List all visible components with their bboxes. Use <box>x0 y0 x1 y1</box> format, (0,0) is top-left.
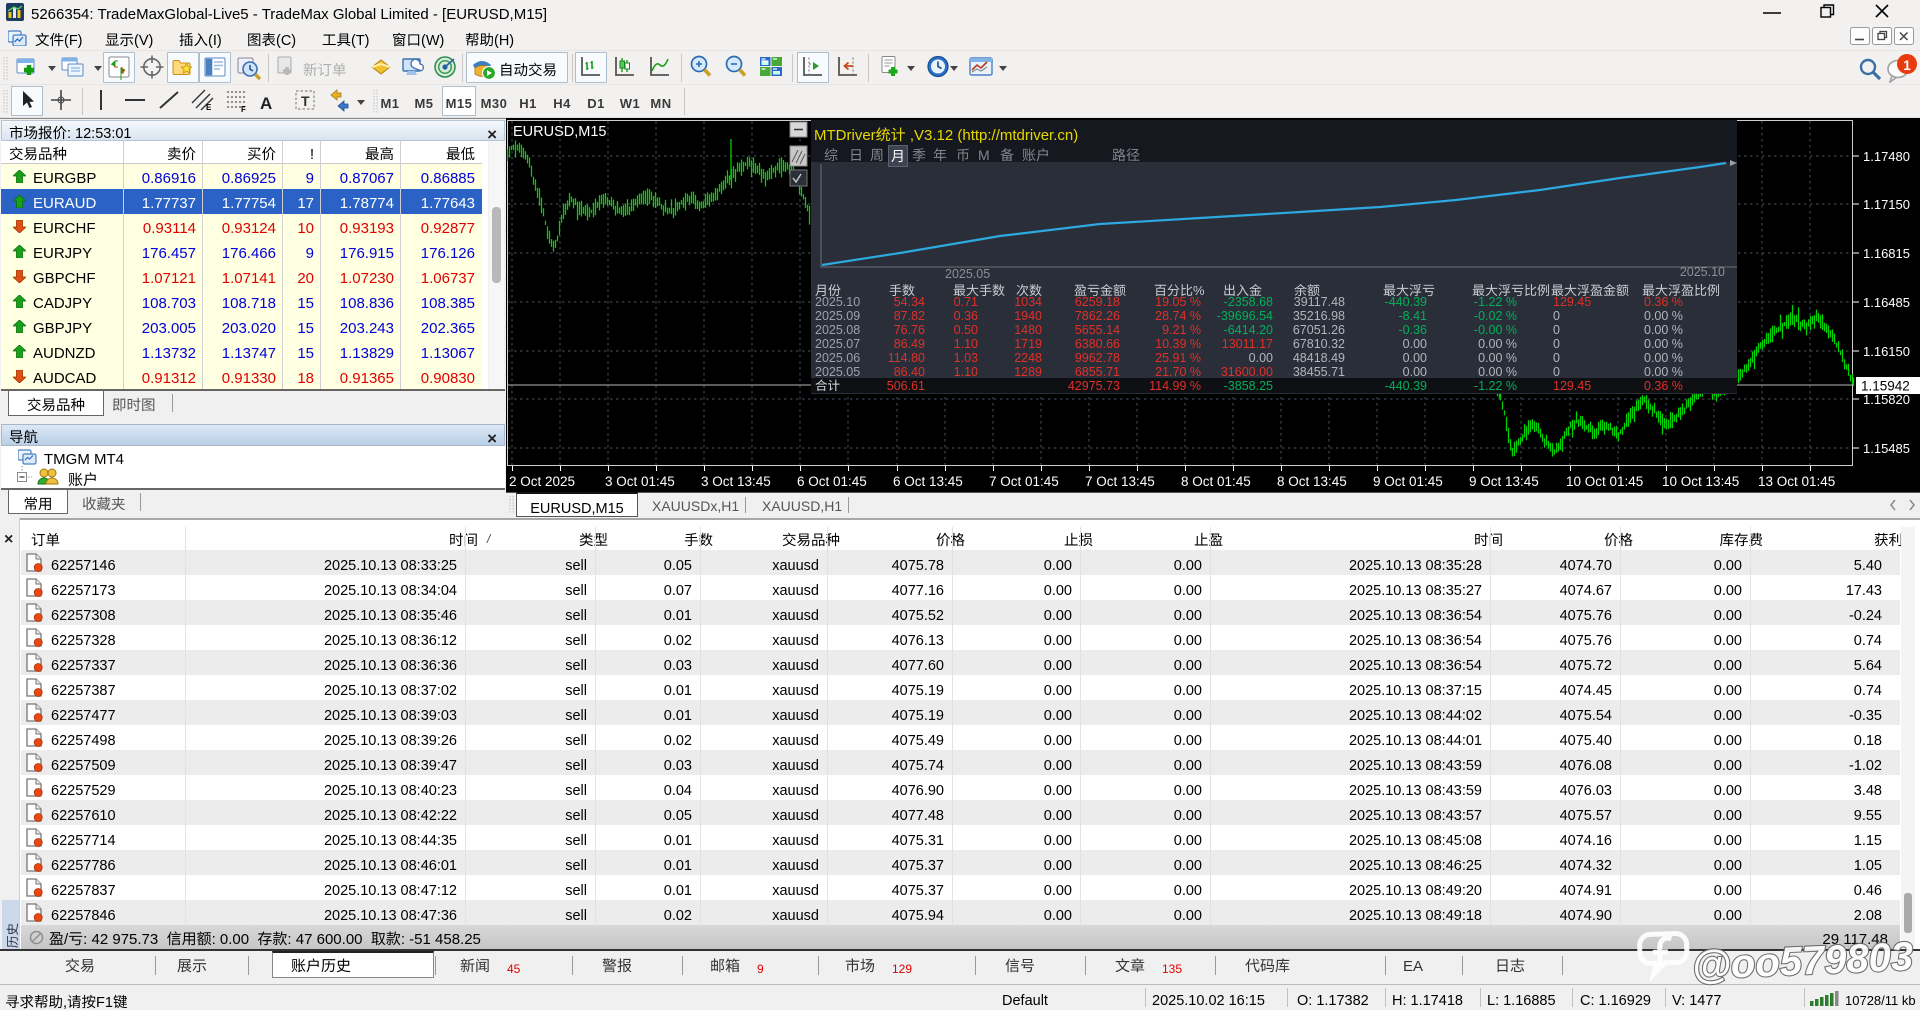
svg-text:9 Oct 01:45: 9 Oct 01:45 <box>1373 470 1443 490</box>
svg-text:T: T <box>301 91 310 111</box>
svg-text:2025.10: 2025.10 <box>1680 261 1725 280</box>
svg-text:1.16150: 1.16150 <box>1863 341 1910 360</box>
svg-text:2 Oct 2025: 2 Oct 2025 <box>509 470 575 490</box>
svg-text:6 Oct 13:45: 6 Oct 13:45 <box>893 470 963 490</box>
svg-text:7 Oct 01:45: 7 Oct 01:45 <box>989 470 1059 490</box>
svg-text:7 Oct 13:45: 7 Oct 13:45 <box>1085 470 1155 490</box>
svg-text:1.17150: 1.17150 <box>1863 194 1910 213</box>
svg-text:10 Oct 01:45: 10 Oct 01:45 <box>1566 470 1643 490</box>
svg-text:8 Oct 01:45: 8 Oct 01:45 <box>1181 470 1251 490</box>
svg-text:E: E <box>206 102 212 113</box>
svg-text:1.15942: 1.15942 <box>1861 375 1910 395</box>
svg-text:3 Oct 13:45: 3 Oct 13:45 <box>701 470 771 490</box>
svg-text:1.16815: 1.16815 <box>1863 243 1910 262</box>
svg-text:13 Oct 01:45: 13 Oct 01:45 <box>1758 470 1835 490</box>
svg-text:1.15485: 1.15485 <box>1863 438 1910 457</box>
svg-text:9 Oct 13:45: 9 Oct 13:45 <box>1469 470 1539 490</box>
svg-text:1.16485: 1.16485 <box>1863 292 1910 311</box>
svg-text:3 Oct 01:45: 3 Oct 01:45 <box>605 470 675 490</box>
svg-text:@oo579803: @oo579803 <box>1690 926 1914 986</box>
svg-text:1.17480: 1.17480 <box>1863 146 1910 165</box>
svg-text:6 Oct 01:45: 6 Oct 01:45 <box>797 470 867 490</box>
svg-text:10 Oct 13:45: 10 Oct 13:45 <box>1662 470 1739 490</box>
svg-text:8 Oct 13:45: 8 Oct 13:45 <box>1277 470 1347 490</box>
svg-text:F: F <box>241 104 246 113</box>
svg-text:EURUSD,M15: EURUSD,M15 <box>513 120 606 141</box>
